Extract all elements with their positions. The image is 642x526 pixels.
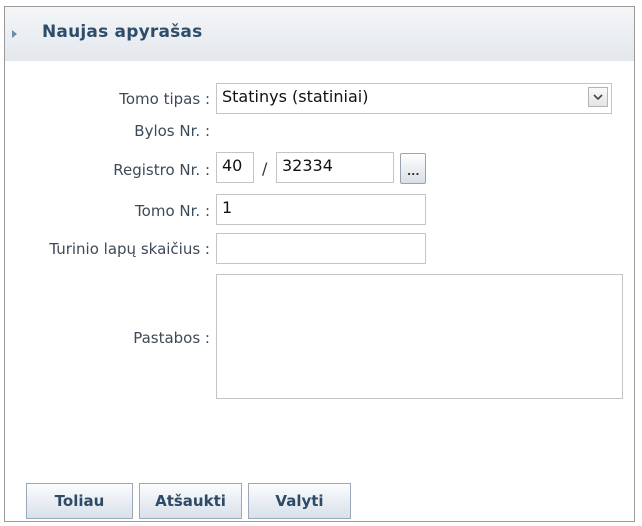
registry-prefix-input[interactable]: 40 [216, 152, 254, 183]
ellipsis-icon: ... [407, 165, 420, 178]
registry-lookup-button[interactable]: ... [400, 153, 426, 184]
volume-number-input[interactable]: 1 [216, 194, 426, 225]
next-button[interactable]: Toliau [26, 483, 133, 519]
volume-type-select[interactable]: Statinys (statiniai) [216, 83, 612, 114]
registry-separator: / [262, 159, 268, 178]
content-pages-input[interactable] [216, 233, 426, 264]
clear-button[interactable]: Valyti [248, 483, 351, 519]
volume-number-label: Tomo Nr. : [135, 202, 210, 220]
notes-textarea[interactable] [216, 274, 623, 399]
registry-number-label: Registro Nr. : [113, 161, 210, 179]
panel-title: Naujas apyrašas [42, 22, 203, 42]
cancel-button[interactable]: Atšaukti [139, 483, 242, 519]
notes-label: Pastabos : [133, 329, 210, 347]
content-pages-label: Turinio lapų skaičius : [49, 240, 210, 258]
volume-type-value: Statinys (statiniai) [222, 87, 369, 106]
volume-type-label: Tomo tipas : [119, 90, 210, 108]
case-number-label: Bylos Nr. : [134, 122, 210, 140]
expand-arrow-icon [12, 30, 17, 38]
registry-number-input[interactable]: 32334 [276, 152, 394, 183]
panel-header: Naujas apyrašas [5, 7, 634, 61]
chevron-down-icon[interactable] [588, 87, 608, 107]
